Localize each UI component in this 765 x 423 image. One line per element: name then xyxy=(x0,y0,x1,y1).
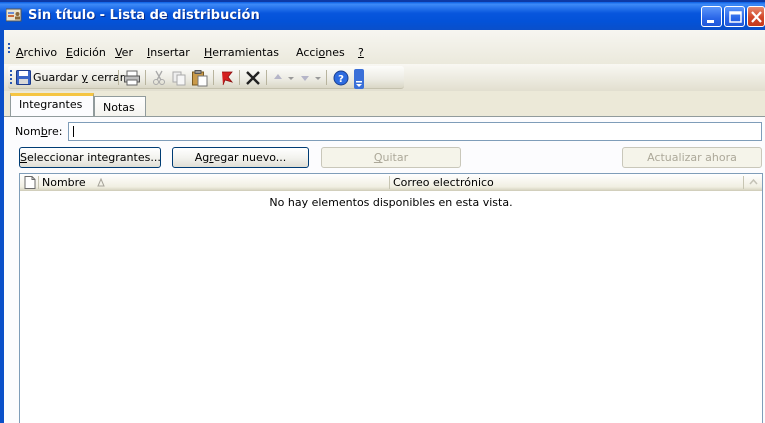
maximize-button[interactable] xyxy=(724,6,745,27)
window-titlebar[interactable]: Sin título - Lista de distribución xyxy=(0,0,765,30)
toolbar-separator xyxy=(213,70,214,85)
next-item-button[interactable] xyxy=(298,69,312,87)
next-dropdown-button[interactable] xyxy=(314,69,322,87)
copy-button[interactable] xyxy=(171,69,187,87)
help-button[interactable]: ? xyxy=(332,69,350,87)
column-separator xyxy=(743,176,744,189)
menu-ayuda[interactable]: ? xyxy=(358,46,364,59)
scissors-icon xyxy=(153,70,165,85)
menu-archivo[interactable]: Archivo xyxy=(16,46,57,59)
flag-icon xyxy=(222,71,234,86)
save-icon xyxy=(16,70,31,85)
delete-x-icon xyxy=(246,71,260,85)
column-header-nombre[interactable]: Nombre xyxy=(42,176,86,189)
toolbar-separator xyxy=(326,70,327,85)
menu-herramientas[interactable]: Herramientas xyxy=(204,46,279,59)
window-title: Sin título - Lista de distribución xyxy=(28,8,260,23)
column-separator xyxy=(389,176,390,189)
maximize-icon xyxy=(729,11,742,23)
svg-text:?: ? xyxy=(338,74,344,85)
empty-list-message: No hay elementos disponibles en esta vis… xyxy=(269,196,513,209)
item-type-icon[interactable] xyxy=(24,176,36,189)
text-caret xyxy=(73,126,74,137)
name-field[interactable] xyxy=(68,122,762,141)
menubar-grip-icon[interactable] xyxy=(8,43,11,55)
standard-toolbar: Guardar y cerrar ? xyxy=(4,64,765,91)
select-members-button[interactable]: Seleccionar integrantes... xyxy=(19,147,161,168)
toolbar-separator xyxy=(118,70,119,85)
paste-icon xyxy=(192,70,208,87)
toolbar-separator xyxy=(266,70,267,85)
follow-up-flag-button[interactable] xyxy=(219,69,235,87)
toolbar-options-button[interactable] xyxy=(354,69,364,89)
minimize-button[interactable] xyxy=(701,6,722,27)
minimize-icon xyxy=(707,20,714,23)
menu-acciones[interactable]: Acciones xyxy=(296,46,345,59)
tab-strip: Integrantes Notas xyxy=(4,91,765,118)
toolbar-grip-icon[interactable] xyxy=(10,70,13,86)
cut-button[interactable] xyxy=(151,69,167,87)
arrow-down-icon xyxy=(301,76,309,81)
sort-ascending-icon xyxy=(97,178,105,187)
help-icon: ? xyxy=(333,70,349,86)
previous-dropdown-button[interactable] xyxy=(287,69,295,87)
toolbar-separator xyxy=(145,70,146,85)
menu-insertar[interactable]: Insertar xyxy=(147,46,190,59)
printer-icon xyxy=(124,70,140,86)
copy-icon xyxy=(172,71,186,86)
distribution-list-icon xyxy=(6,8,22,22)
paste-button[interactable] xyxy=(191,69,209,87)
menu-ver[interactable]: Ver xyxy=(115,46,133,59)
close-icon xyxy=(751,11,762,23)
column-header-correo[interactable]: Correo electrónico xyxy=(393,176,494,189)
menu-edicion[interactable]: Edición xyxy=(66,46,106,59)
toolbar-options-icon xyxy=(354,69,364,89)
close-button[interactable] xyxy=(747,6,765,27)
add-new-button[interactable]: Agregar nuevo... xyxy=(172,147,309,168)
chevron-down-icon xyxy=(288,77,294,80)
delete-button[interactable] xyxy=(244,69,262,87)
arrow-up-icon xyxy=(274,74,282,79)
members-list[interactable]: Nombre Correo electrónico No hay element… xyxy=(19,173,763,423)
toolbar-band: Guardar y cerrar ? xyxy=(8,66,404,89)
name-label: Nombre: xyxy=(15,125,63,138)
previous-item-button[interactable] xyxy=(271,69,285,87)
remove-button[interactable]: Quitar xyxy=(321,147,461,168)
chevron-up-icon xyxy=(749,178,758,185)
save-and-close-button[interactable]: Guardar y cerrar xyxy=(16,69,124,87)
tab-integrantes[interactable]: Integrantes xyxy=(10,93,94,118)
scroll-up-button[interactable] xyxy=(745,174,762,191)
list-header: Nombre Correo electrónico xyxy=(20,174,762,191)
tab-notas[interactable]: Notas xyxy=(94,96,146,118)
chevron-down-icon xyxy=(315,77,321,80)
menu-bar: Archivo Edición Ver Insertar Herramienta… xyxy=(4,30,765,64)
column-separator xyxy=(38,176,39,189)
update-now-button[interactable]: Actualizar ahora xyxy=(622,147,762,168)
toolbar-separator xyxy=(239,70,240,85)
print-button[interactable] xyxy=(123,69,141,87)
